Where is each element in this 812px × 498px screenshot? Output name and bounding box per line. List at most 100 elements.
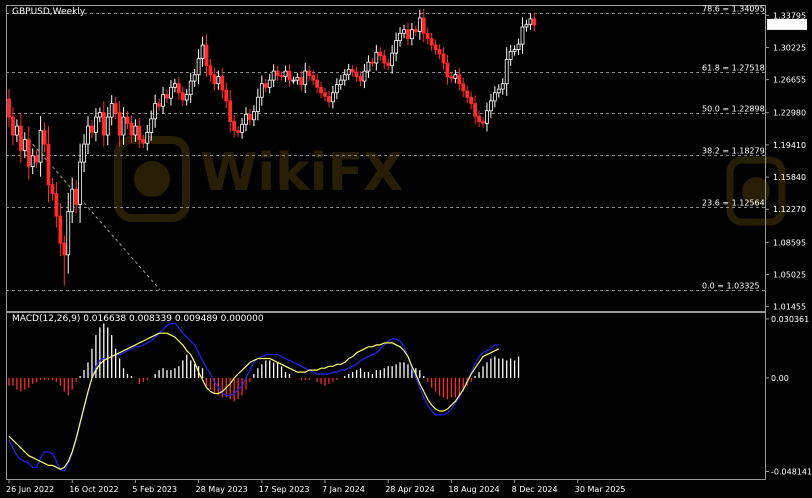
time-axis-tick-label: 28 May 2023: [196, 485, 248, 494]
candle-body: [398, 32, 402, 41]
chart-canvas: WikiFX 78.6 = 1.34095 61.8 = 1.27518 50.0 …: [0, 0, 812, 498]
candle-body: [330, 92, 335, 103]
candle-body: [188, 80, 193, 95]
candle-body: [488, 100, 493, 112]
candle-body: [354, 71, 359, 77]
candle-body: [409, 29, 414, 40]
candle-body: [161, 94, 165, 107]
candle-body: [94, 116, 98, 133]
candle-body: [101, 112, 106, 136]
time-axis-tick-label: 7 Jan 2024: [322, 485, 365, 494]
candle-body: [14, 125, 19, 136]
candle-body: [508, 50, 513, 60]
candle-body: [86, 125, 90, 145]
fibonacci-level-label: 38.2 = 1.18279: [702, 147, 765, 156]
price-axis-tick-label: 1.30225: [773, 43, 806, 52]
time-axis-tick-label: 5 Feb 2023: [132, 485, 177, 494]
candle-body: [58, 215, 63, 244]
price-axis-tick-label: 1.01455: [773, 303, 806, 312]
candle-body: [70, 188, 75, 213]
candle-body: [263, 83, 268, 88]
candle-body: [512, 49, 517, 52]
candle-body: [232, 121, 237, 131]
candle-body: [358, 76, 363, 82]
candle-body: [208, 65, 213, 76]
candle-body: [315, 79, 320, 88]
current-price-label: 1.32733: [771, 21, 804, 30]
candle-body: [169, 86, 173, 99]
candle-body: [165, 94, 169, 99]
candle-body: [196, 58, 201, 76]
candle-body: [433, 44, 438, 50]
candle-body: [97, 112, 102, 118]
candle-body: [50, 184, 55, 195]
current-price-tag: 1.32733: [767, 18, 807, 30]
candle-body: [342, 74, 347, 81]
candle-body: [42, 130, 47, 145]
candle-body: [90, 125, 94, 133]
time-axis-tick-label: 30 Mar 2025: [575, 485, 626, 494]
candle-body: [287, 70, 292, 81]
candle-body: [271, 70, 276, 81]
candle-body: [240, 123, 244, 133]
candle-body: [121, 116, 126, 136]
candle-body: [477, 115, 481, 122]
candle-body: [141, 139, 146, 144]
candle-body: [417, 17, 422, 32]
time-axis-tick-label: 17 Sep 2023: [259, 485, 310, 494]
candle-body: [180, 92, 185, 101]
candle-body: [382, 55, 387, 64]
candle-body: [7, 98, 11, 118]
candle-body: [457, 74, 462, 85]
fibonacci-level-label: 50.0 = 1.22898: [702, 105, 765, 114]
candle-body: [259, 83, 264, 98]
candle-body: [30, 155, 35, 168]
price-axis-tick-label: 1.19410: [773, 141, 806, 150]
candle-body: [492, 92, 497, 102]
candle-body: [66, 211, 71, 256]
candle-body: [62, 242, 67, 256]
candle-body: [248, 113, 252, 121]
candle-body: [378, 51, 383, 57]
candle-body: [465, 90, 470, 98]
candle-body: [74, 188, 79, 205]
candle-body: [524, 23, 529, 28]
candle-body: [200, 44, 205, 59]
candle-body: [500, 83, 505, 90]
candle-body: [437, 49, 442, 55]
candle-body: [481, 121, 485, 124]
candle-body: [421, 17, 426, 34]
candle-body: [334, 84, 339, 94]
candle-body: [18, 125, 23, 151]
candle-body: [394, 40, 399, 54]
candle-body: [129, 122, 134, 136]
candle-body: [113, 103, 118, 113]
candle-body: [133, 125, 138, 136]
candle-body: [220, 76, 225, 91]
time-axis-tick-label: 28 Apr 2024: [385, 485, 434, 494]
candle-body: [279, 75, 284, 78]
candle-body: [11, 116, 15, 136]
candle-body: [172, 83, 177, 88]
candle-body: [145, 131, 150, 144]
candle-body: [504, 59, 509, 85]
candle-body: [46, 143, 51, 186]
fibonacci-level-label: 0.0 = 1.03325: [702, 282, 760, 291]
candle-body: [267, 79, 272, 88]
candle-body: [109, 103, 114, 118]
candle-body: [26, 139, 31, 168]
candle-body: [125, 116, 130, 124]
candle-body: [413, 29, 418, 32]
time-axis-tick-label: 8 Dec 2024: [512, 485, 558, 494]
candle-body: [255, 96, 260, 113]
candle-body: [402, 29, 406, 34]
candle-body: [275, 70, 280, 77]
candle-body: [299, 77, 304, 86]
candle-body: [485, 110, 489, 124]
candle-body: [528, 18, 533, 25]
candle-body: [386, 62, 391, 67]
candle-body: [366, 61, 371, 72]
price-axis-tick-label: 1.22980: [773, 109, 806, 118]
candle-body: [228, 100, 233, 122]
time-axis-tick-label: 18 Aug 2024: [448, 485, 499, 494]
